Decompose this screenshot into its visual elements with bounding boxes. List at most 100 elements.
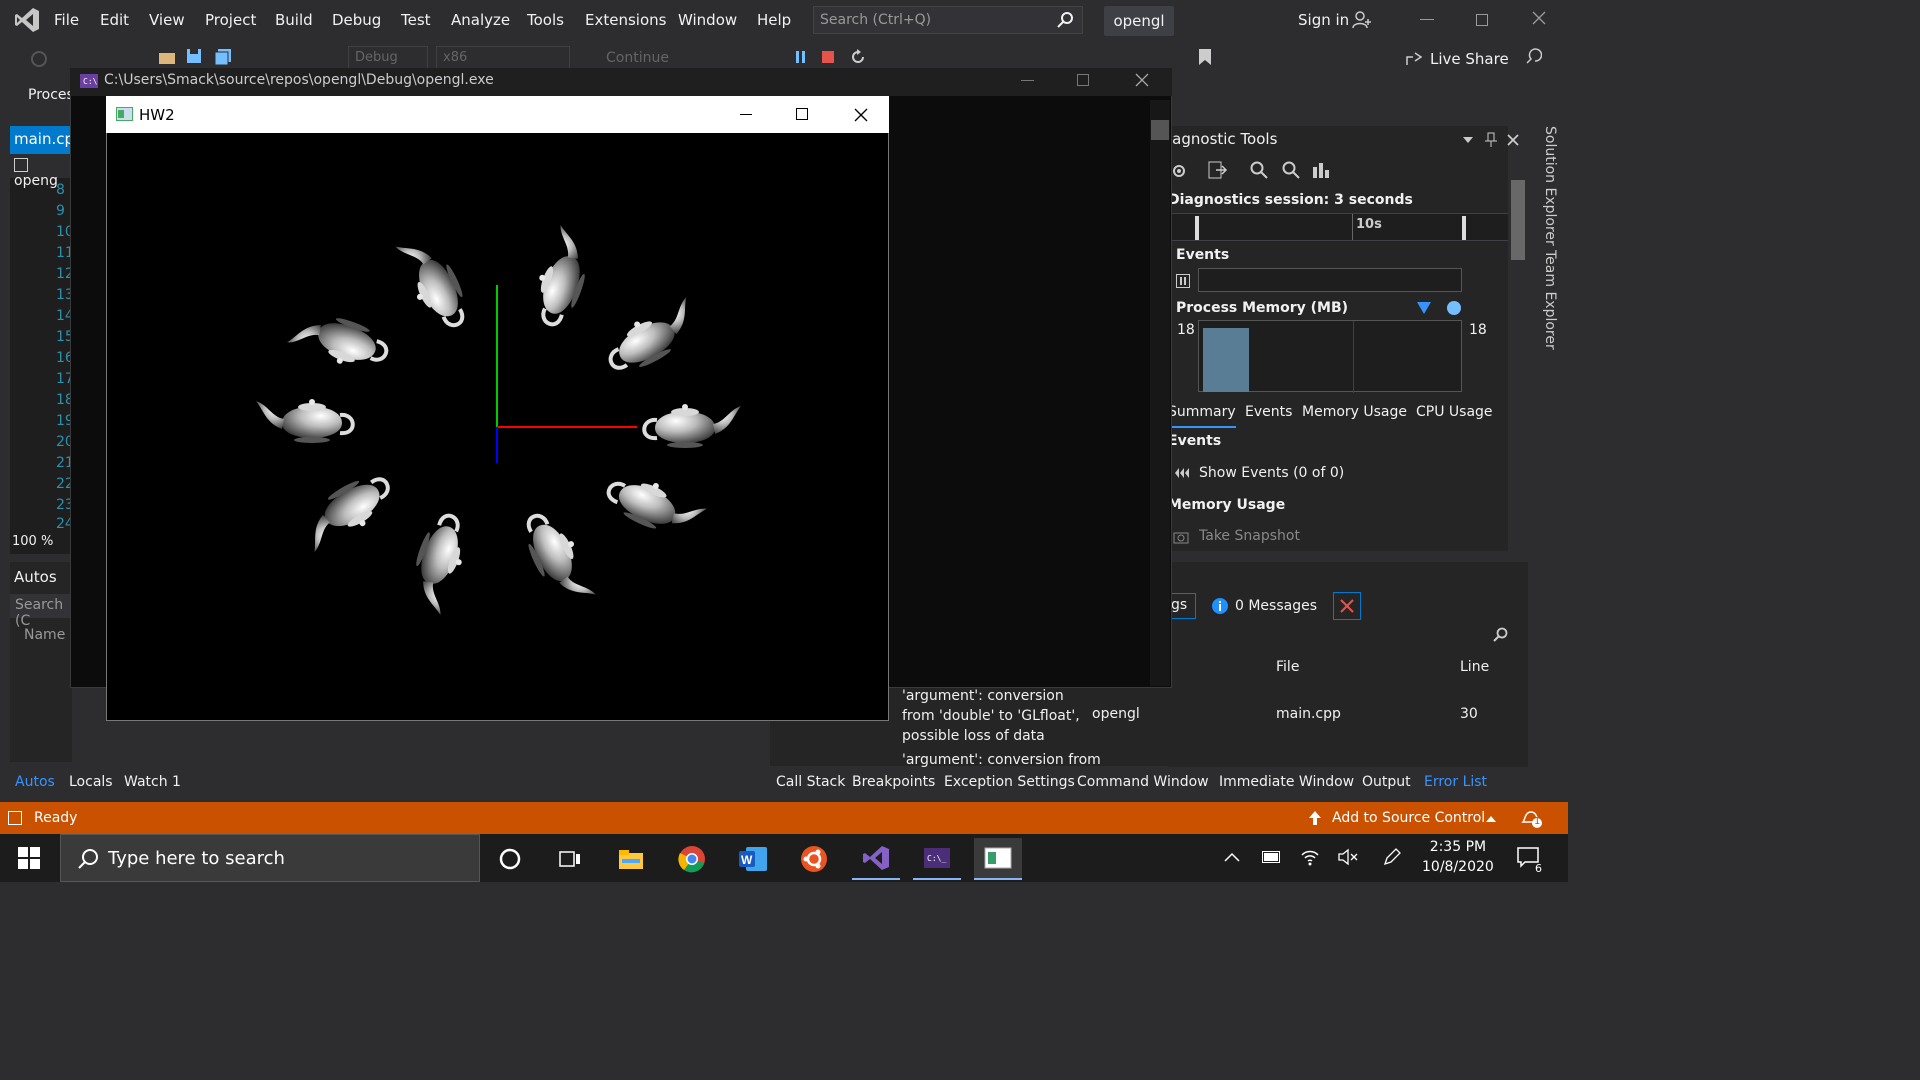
menu-edit[interactable]: Edit <box>100 11 129 29</box>
dropdown-icon[interactable] <box>1462 134 1474 146</box>
show-events-link[interactable]: Show Events (0 of 0) <box>1199 465 1344 481</box>
windows-start-icon[interactable] <box>18 847 40 869</box>
live-share-button[interactable]: Live Share <box>1430 50 1509 68</box>
tab-events[interactable]: Events <box>1245 404 1292 420</box>
word-icon[interactable]: W <box>729 838 777 880</box>
tab-error-list[interactable]: Error List <box>1424 774 1487 790</box>
save-all-icon[interactable] <box>214 48 232 66</box>
console-scrollbar[interactable] <box>1150 100 1170 686</box>
menu-tools[interactable]: Tools <box>527 11 564 29</box>
search-error-list-icon[interactable] <box>1492 627 1508 643</box>
wifi-icon[interactable] <box>1300 848 1320 866</box>
tab-command-window[interactable]: Command Window <box>1077 774 1209 790</box>
stop-icon[interactable] <box>822 51 834 63</box>
task-view-icon[interactable] <box>546 838 594 880</box>
console-taskbar-icon[interactable]: C:\_ <box>913 838 961 880</box>
search-input[interactable]: Search (Ctrl+Q) <box>813 6 1083 34</box>
take-snapshot-button[interactable]: Take Snapshot <box>1199 528 1300 544</box>
live-share-icon[interactable] <box>1405 51 1423 67</box>
tab-immediate-window[interactable]: Immediate Window <box>1219 774 1354 790</box>
bookmark-icon[interactable] <box>1198 48 1212 66</box>
volume-muted-icon[interactable] <box>1338 848 1358 866</box>
tab-main-cpp[interactable]: main.cpp <box>10 126 84 154</box>
diagnostics-scrollbar[interactable] <box>1508 158 1528 388</box>
tab-output[interactable]: Output <box>1362 774 1411 790</box>
tab-summary[interactable]: Summary <box>1168 404 1236 420</box>
gl-window-titlebar[interactable] <box>106 96 889 133</box>
timeline-ruler[interactable] <box>1168 213 1508 241</box>
project-dropdown[interactable]: openg <box>10 154 72 189</box>
line-column-header[interactable]: Line <box>1460 659 1489 675</box>
ubuntu-icon[interactable] <box>790 838 838 880</box>
menu-test[interactable]: Test <box>401 11 431 29</box>
scroll-thumb[interactable] <box>1511 180 1525 260</box>
menu-window[interactable]: Window <box>678 11 737 29</box>
tab-memory-usage[interactable]: Memory Usage <box>1302 404 1407 420</box>
sign-in-link[interactable]: Sign in <box>1298 11 1349 29</box>
zoom-in-icon[interactable] <box>1250 161 1268 179</box>
menu-view[interactable]: View <box>149 11 185 29</box>
settings-icon[interactable] <box>1170 162 1188 180</box>
gl-close-icon[interactable] <box>854 108 868 122</box>
file-column-header[interactable]: File <box>1276 659 1299 675</box>
warnings-filter[interactable]: gs <box>1168 593 1196 619</box>
tab-watch-1[interactable]: Watch 1 <box>124 774 181 790</box>
save-icon[interactable] <box>186 48 202 64</box>
battery-icon[interactable] <box>1262 851 1282 863</box>
tab-autos[interactable]: Autos <box>15 774 55 790</box>
visual-studio-taskbar-icon[interactable] <box>852 838 900 880</box>
console-minimize-icon[interactable] <box>1021 80 1034 81</box>
menu-file[interactable]: File <box>54 11 79 29</box>
error-description[interactable]: 'argument': conversion from 'double' to … <box>902 686 1092 746</box>
add-user-icon[interactable] <box>1352 10 1372 30</box>
visual-studio-logo-icon[interactable] <box>14 7 40 33</box>
error-description[interactable]: 'argument': conversion from <box>902 752 1101 768</box>
pin-icon[interactable] <box>1485 132 1497 148</box>
tab-exception-settings[interactable]: Exception Settings <box>944 774 1075 790</box>
tab-call-stack[interactable]: Call Stack <box>776 774 845 790</box>
process-memory-chart[interactable] <box>1198 320 1462 393</box>
timeline-end-handle[interactable] <box>1462 216 1466 240</box>
messages-filter[interactable]: 0 Messages <box>1235 598 1317 614</box>
menu-extensions[interactable]: Extensions <box>585 11 666 29</box>
config-dropdown[interactable]: Debug <box>348 46 428 70</box>
back-icon[interactable] <box>30 50 48 68</box>
show-hidden-icons[interactable] <box>1224 852 1240 862</box>
pen-icon[interactable] <box>1382 847 1402 867</box>
tab-breakpoints[interactable]: Breakpoints <box>852 774 935 790</box>
autos-search-input[interactable]: Search (C <box>10 594 72 629</box>
events-track[interactable] <box>1198 268 1462 292</box>
taskbar-clock[interactable]: 2:35 PM 10/8/2020 <box>1422 837 1494 877</box>
restore-icon[interactable] <box>1476 14 1488 26</box>
minimize-icon[interactable] <box>1420 19 1434 20</box>
open-folder-icon[interactable] <box>158 48 176 66</box>
menu-analyze[interactable]: Analyze <box>451 11 510 29</box>
team-explorer-tab[interactable]: Team Explorer <box>1536 250 1558 350</box>
platform-dropdown[interactable]: x86 <box>436 46 570 70</box>
zoom-level[interactable]: 100 % <box>12 534 53 549</box>
restart-icon[interactable] <box>849 48 867 66</box>
menu-project[interactable]: Project <box>205 11 256 29</box>
timeline-start-handle[interactable] <box>1195 216 1199 240</box>
file-explorer-icon[interactable] <box>607 838 655 880</box>
pause-events-icon[interactable] <box>1176 274 1190 288</box>
cortana-icon[interactable] <box>486 838 534 880</box>
gl-minimize-icon[interactable] <box>740 114 752 115</box>
caret-up-icon[interactable] <box>1486 815 1496 823</box>
export-icon[interactable] <box>1208 161 1228 179</box>
tab-locals[interactable]: Locals <box>69 774 113 790</box>
clear-filter-icon[interactable] <box>1333 592 1361 620</box>
feedback-icon[interactable] <box>1524 48 1542 66</box>
console-scroll-thumb[interactable] <box>1151 120 1169 140</box>
reset-zoom-icon[interactable] <box>1312 161 1330 179</box>
menu-debug[interactable]: Debug <box>332 11 381 29</box>
taskbar-search-input[interactable]: Type here to search <box>60 834 480 882</box>
gl-maximize-icon[interactable] <box>796 108 808 120</box>
tab-cpu-usage[interactable]: CPU Usage <box>1416 404 1493 420</box>
pause-icon[interactable] <box>794 49 808 65</box>
opengl-render-canvas[interactable] <box>107 133 888 720</box>
zoom-out-icon[interactable] <box>1282 161 1300 179</box>
menu-help[interactable]: Help <box>757 11 791 29</box>
add-to-source-control-button[interactable]: Add to Source Control <box>1332 810 1485 826</box>
console-close-icon[interactable] <box>1135 73 1149 87</box>
